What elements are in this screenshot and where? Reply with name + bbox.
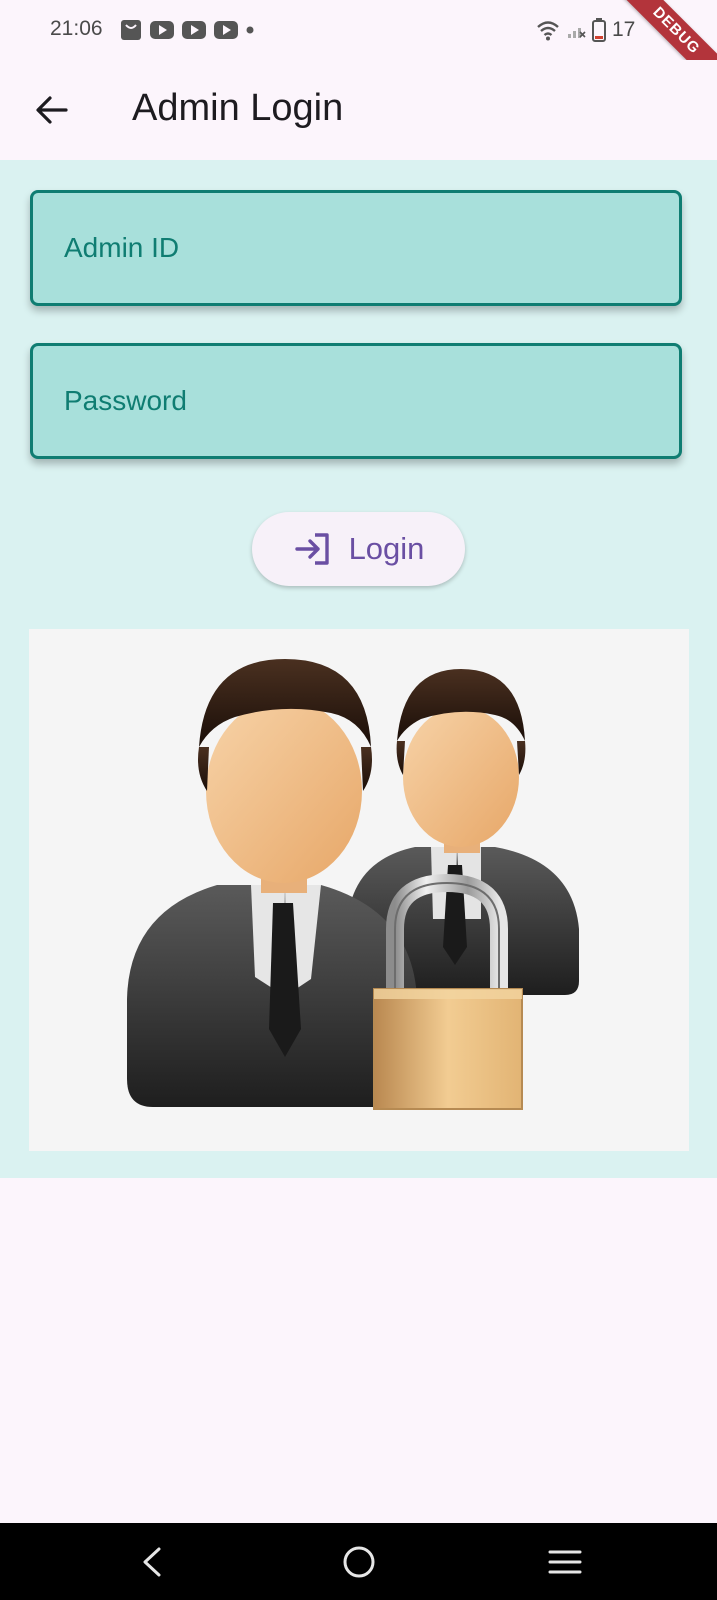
login-button[interactable]: Login xyxy=(252,512,465,586)
nav-menu-button[interactable] xyxy=(540,1537,590,1587)
status-bar: 21:06 17 DEBUG xyxy=(0,0,717,101)
status-time: 21:06 xyxy=(50,17,103,40)
admin-illustration xyxy=(29,629,689,1151)
nav-back-icon xyxy=(143,1547,161,1577)
nav-home-button[interactable] xyxy=(334,1537,384,1587)
arrow-left-icon xyxy=(36,96,68,124)
app-bar: Admin Login xyxy=(0,60,717,160)
page-title: Admin Login xyxy=(132,87,344,129)
admin-id-field[interactable] xyxy=(30,190,682,306)
nav-back-button[interactable] xyxy=(127,1537,177,1587)
system-nav-bar xyxy=(0,1523,717,1600)
login-content: Login xyxy=(0,160,717,1178)
youtube-icon xyxy=(214,21,238,39)
back-button[interactable] xyxy=(26,84,78,136)
admin-users-lock-icon xyxy=(127,659,579,1110)
battery-icon xyxy=(592,18,606,42)
battery-percentage: 17 xyxy=(612,18,636,41)
bag-icon xyxy=(121,20,141,40)
system-icons: 17 xyxy=(536,16,635,44)
admin-id-input[interactable] xyxy=(33,193,679,303)
notification-icons xyxy=(120,18,254,42)
login-arrow-icon xyxy=(294,533,329,565)
nav-home-icon xyxy=(343,1546,375,1578)
wifi-icon xyxy=(537,21,559,41)
login-button-label: Login xyxy=(348,531,425,566)
youtube-icon xyxy=(150,21,174,39)
password-field[interactable] xyxy=(30,343,682,459)
dot-icon xyxy=(246,26,254,34)
nav-menu-icon xyxy=(548,1550,582,1574)
password-input[interactable] xyxy=(33,346,679,456)
youtube-icon xyxy=(182,21,206,39)
signal-icon xyxy=(568,28,586,38)
